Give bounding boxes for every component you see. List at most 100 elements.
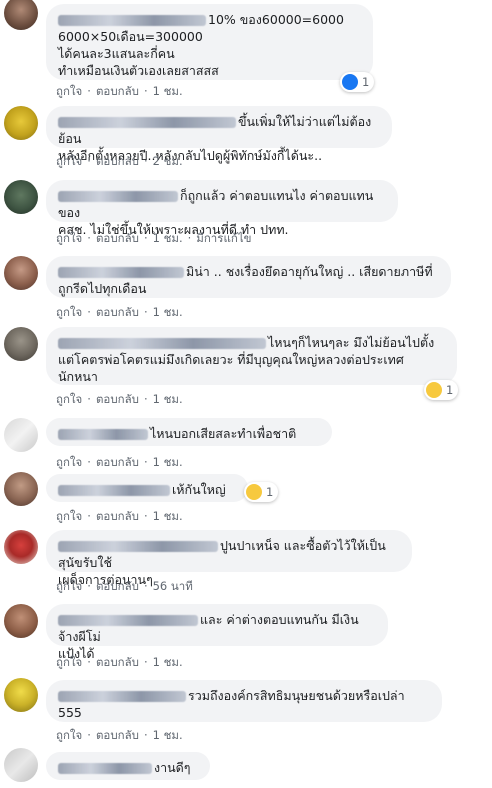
separator: · [87,579,91,593]
separator: · [143,455,148,469]
like-button[interactable]: ถูกใจ [56,654,82,672]
separator: · [87,305,91,319]
comment-text: ไหนบอกเสียสละทำเพื่อชาติ [150,426,297,441]
comment-actions: ถูกใจ · ตอบกลับ · 1 ชม. [56,727,183,745]
separator: · [87,509,91,523]
reaction-badge[interactable]: 1 [424,380,459,400]
avatar[interactable] [4,256,38,290]
avatar[interactable] [4,748,38,782]
separator: · [143,84,148,98]
reply-button[interactable]: ตอบกลับ [96,230,139,248]
separator: · [143,655,148,669]
reply-button[interactable]: ตอบกลับ [96,508,139,526]
comment-text: เห้กันใหญ่ [172,482,226,497]
comment-actions: ถูกใจ · ตอบกลับ · 1 ชม. [56,654,183,672]
separator: · [143,392,148,406]
comment-actions: ถูกใจ · ตอบกลับ · 1 ชม. [56,304,183,322]
avatar[interactable] [4,678,38,712]
comment-text: งานดีๆ [154,760,191,775]
avatar[interactable] [4,106,38,140]
timestamp[interactable]: 1 ชม. [153,654,183,672]
comment-bubble: งานดีๆ [46,752,210,780]
comment-bubble: เห้กันใหญ่ [46,474,248,502]
reaction-count: 1 [362,75,370,89]
avatar[interactable] [4,0,38,30]
author-name-blurred[interactable] [58,485,170,496]
reply-button[interactable]: ตอบกลับ [96,83,139,101]
author-name-blurred[interactable] [58,267,184,278]
reply-button[interactable]: ตอบกลับ [96,153,139,171]
like-button[interactable]: ถูกใจ [56,454,82,472]
timestamp[interactable]: 56 นาที [153,578,193,596]
reply-button[interactable]: ตอบกลับ [96,578,139,596]
author-name-blurred[interactable] [58,541,218,552]
reaction-badge[interactable]: 1 [244,482,279,502]
separator: · [143,728,148,742]
comment-actions: ถูกใจ · ตอบกลับ · 1 ชม. [56,454,183,472]
reply-button[interactable]: ตอบกลับ [96,654,139,672]
separator: · [87,231,91,245]
reaction-count: 1 [266,485,274,499]
author-name-blurred[interactable] [58,429,148,440]
comment-bubble: ไหนบอกเสียสละทำเพื่อชาติ [46,418,332,446]
timestamp[interactable]: 1 ชม. [153,391,183,409]
timestamp[interactable]: 1 ชม. [153,230,183,248]
separator: · [87,728,91,742]
comment-actions: ถูกใจ · ตอบกลับ · 2 ชม. [56,153,183,171]
avatar[interactable] [4,180,38,214]
timestamp[interactable]: 1 ชม. [153,454,183,472]
separator: · [187,231,192,245]
like-button[interactable]: ถูกใจ [56,508,82,526]
comment-actions: ถูกใจ · ตอบกลับ · 56 นาที [56,578,193,596]
timestamp[interactable]: 1 ชม. [153,508,183,526]
separator: · [143,579,148,593]
reply-button[interactable]: ตอบกลับ [96,304,139,322]
timestamp[interactable]: 1 ชม. [153,304,183,322]
separator: · [87,655,91,669]
like-button[interactable]: ถูกใจ [56,83,82,101]
comment-bubble: และ ค่าต่างตอบแทนกัน มีเงินจ้างผีโม่ แป้… [46,604,388,661]
reply-button[interactable]: ตอบกลับ [96,454,139,472]
like-button[interactable]: ถูกใจ [56,578,82,596]
separator: · [143,231,148,245]
like-button[interactable]: ถูกใจ [56,153,82,171]
edited-label[interactable]: มีการแก้ไข [196,230,251,248]
comment-bubble: ไหนๆก็ไหนๆละ มึงไม่ย้อนไปตั้ง แต่โคตรพ่อ… [46,327,457,385]
comment-bubble: ก็ถูกแล้ว ค่าตอบแทนไง ค่าตอบแทนของ คสช. … [46,180,398,237]
comment-actions: ถูกใจ · ตอบกลับ · 1 ชม. · มีการแก้ไข [56,230,251,248]
comment-actions: ถูกใจ · ตอบกลับ · 1 ชม. [56,83,183,101]
like-button[interactable]: ถูกใจ [56,304,82,322]
comment-bubble: ขึ้นเพิ่มให้ไม่ว่าแต่ไม่ต้องย้อน หลังอีก… [46,106,392,163]
author-name-blurred[interactable] [58,691,186,702]
haha-icon [426,382,442,398]
reaction-badge[interactable]: 1 [340,72,375,92]
avatar[interactable] [4,604,38,638]
avatar[interactable] [4,472,38,506]
avatar[interactable] [4,418,38,452]
reply-button[interactable]: ตอบกลับ [96,391,139,409]
haha-icon [246,484,262,500]
separator: · [143,305,148,319]
author-name-blurred[interactable] [58,191,178,202]
separator: · [87,154,91,168]
comment-bubble: มิน่า .. ชงเรื่องยึดอายุกันใหญ่ .. เสียด… [46,256,451,298]
separator: · [87,392,91,406]
comment-bubble: รวมถึงองค์กรสิทธิมนุษยชนด้วยหรือเปล่า 55… [46,680,442,722]
timestamp[interactable]: 2 ชม. [153,153,183,171]
author-name-blurred[interactable] [58,15,206,26]
avatar[interactable] [4,327,38,361]
like-button[interactable]: ถูกใจ [56,727,82,745]
timestamp[interactable]: 1 ชม. [153,727,183,745]
like-button[interactable]: ถูกใจ [56,391,82,409]
separator: · [87,455,91,469]
comment-bubble: 10% ของ60000=6000 6000×50เดือน=300000 ได… [46,4,373,80]
avatar[interactable] [4,530,38,564]
author-name-blurred[interactable] [58,615,198,626]
reply-button[interactable]: ตอบกลับ [96,727,139,745]
author-name-blurred[interactable] [58,117,236,128]
reaction-count: 1 [446,383,454,397]
like-button[interactable]: ถูกใจ [56,230,82,248]
author-name-blurred[interactable] [58,338,266,349]
timestamp[interactable]: 1 ชม. [153,83,183,101]
author-name-blurred[interactable] [58,763,152,774]
